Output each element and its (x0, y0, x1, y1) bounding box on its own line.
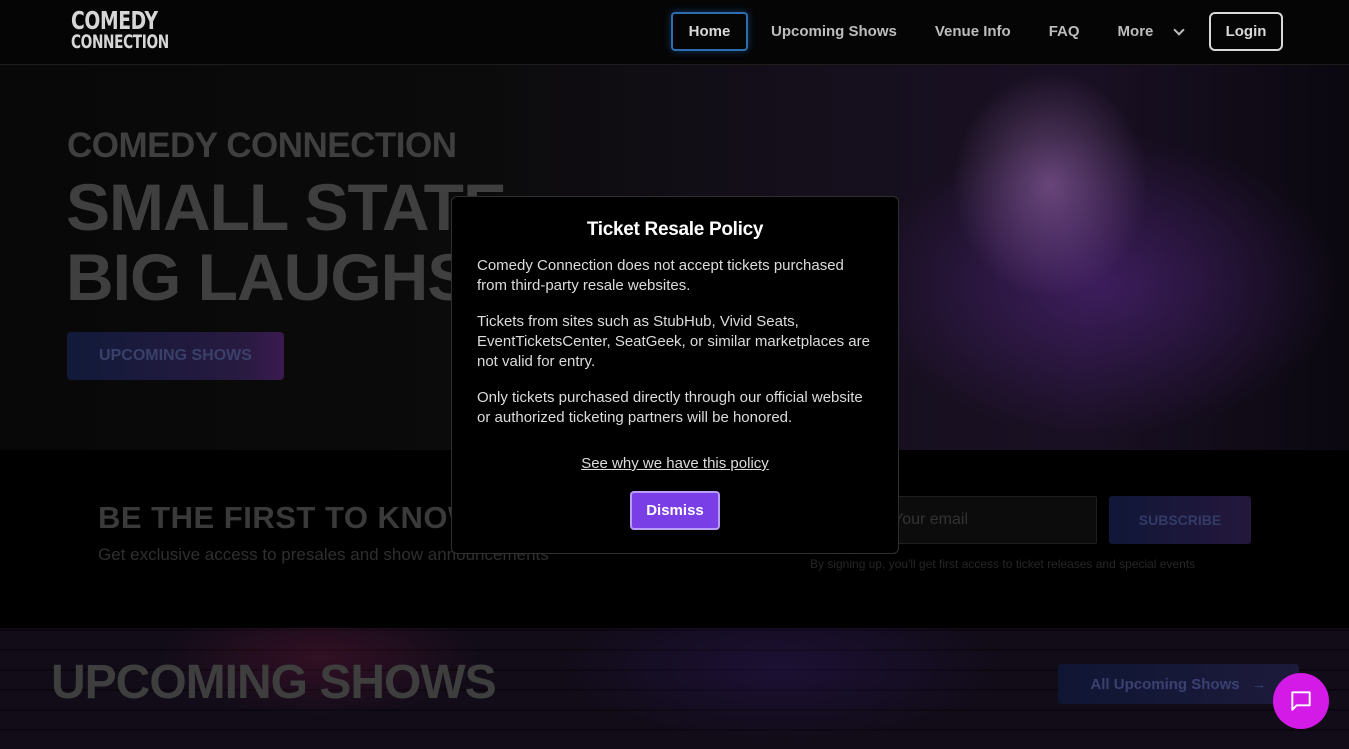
chevron-down-icon (1173, 23, 1186, 36)
logo-line-1: COMEDY (71, 6, 158, 35)
shows-section-title: UPCOMING SHOWS (51, 656, 497, 709)
site-logo[interactable]: COMEDY CONNECTION (71, 6, 207, 53)
nav-more-label: More (1117, 23, 1154, 40)
hero-title-line-1: SMALL STATE (66, 170, 507, 244)
chat-button[interactable] (1273, 673, 1329, 729)
nav-home[interactable]: Home (671, 12, 748, 51)
policy-reason-link[interactable]: See why we have this policy (452, 455, 898, 472)
logo-line-2: CONNECTION (71, 30, 169, 53)
modal-title: Ticket Resale Policy (586, 219, 764, 240)
hero-subtitle: COMEDY CONNECTION (67, 126, 457, 165)
newsletter-title: BE THE FIRST TO KNOW (98, 500, 478, 535)
login-button[interactable]: Login (1209, 12, 1283, 51)
subscribe-button[interactable]: SUBSCRIBE (1109, 496, 1251, 544)
newsletter-note: By signing up, you'll get first access t… (810, 557, 1196, 571)
nav-more[interactable]: More (1103, 12, 1199, 51)
resale-policy-modal: Ticket Resale Policy Comedy Connection d… (451, 196, 899, 554)
dismiss-button[interactable]: Dismiss (630, 491, 720, 530)
arrow-right-icon: → (1251, 675, 1267, 693)
main-nav: Home Upcoming Shows Venue Info FAQ More (671, 12, 1206, 51)
nav-faq[interactable]: FAQ (1034, 12, 1095, 51)
all-upcoming-shows-button[interactable]: All Upcoming Shows → (1058, 664, 1299, 704)
site-header: COMEDY CONNECTION Home Upcoming Shows Ve… (0, 0, 1349, 65)
modal-paragraph-3: Only tickets purchased directly through … (477, 389, 863, 426)
modal-paragraph-1: Comedy Connection does not accept ticket… (477, 257, 844, 294)
hero-upcoming-shows-button[interactable]: UPCOMING SHOWS (67, 332, 284, 380)
chat-bubble-icon (1291, 691, 1311, 711)
nav-venue-info[interactable]: Venue Info (920, 12, 1026, 51)
email-field[interactable] (878, 496, 1097, 544)
hero-title-line-2: BIG LAUGHS (66, 240, 471, 314)
modal-paragraph-2: Tickets from sites such as StubHub, Vivi… (477, 313, 870, 370)
nav-upcoming-shows[interactable]: Upcoming Shows (756, 12, 912, 51)
hero-title: SMALL STATE BIG LAUGHS (66, 170, 507, 314)
all-upcoming-shows-label: All Upcoming Shows (1090, 675, 1240, 693)
